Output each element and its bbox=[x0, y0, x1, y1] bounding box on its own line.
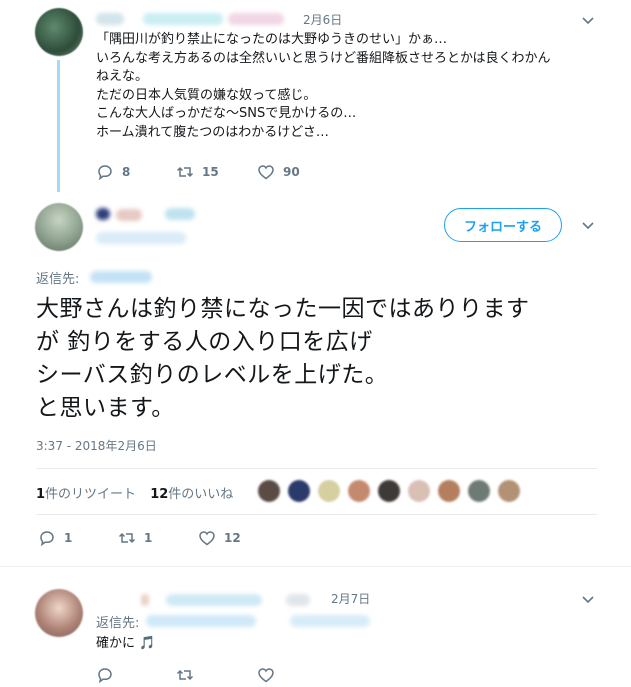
reply-to-label: 返信先: bbox=[36, 272, 80, 287]
like-count: 12 bbox=[224, 531, 241, 545]
reply-to-handle[interactable] bbox=[290, 615, 370, 627]
reply-icon bbox=[98, 668, 112, 684]
retweet-icon bbox=[176, 669, 194, 681]
avatar[interactable] bbox=[468, 480, 490, 502]
tweet-date[interactable]: 2月7日 bbox=[331, 590, 370, 607]
tweet-line: が 釣りをする人の入り口を広げ bbox=[36, 329, 373, 355]
likes-label: 件のいいね bbox=[168, 487, 234, 502]
tweet-line: いろんな考え方あるのは全然いいと思うけど番組降板させろとかは良くわかん bbox=[96, 50, 551, 66]
avatar[interactable] bbox=[348, 480, 370, 502]
like-icon bbox=[199, 531, 215, 546]
caret-down-icon[interactable] bbox=[582, 219, 594, 231]
retweets-number: 1 bbox=[36, 487, 46, 502]
like-button[interactable]: 12 bbox=[198, 529, 241, 547]
reply-to-handle[interactable] bbox=[90, 271, 152, 283]
thread-line bbox=[57, 60, 60, 192]
retweet-icon bbox=[118, 532, 136, 544]
retweet-button[interactable] bbox=[176, 666, 194, 684]
reply-button[interactable]: 8 bbox=[96, 163, 130, 181]
like-icon bbox=[258, 668, 274, 683]
retweet-count: 15 bbox=[202, 165, 219, 179]
tweet-line: ねえな。 bbox=[96, 69, 149, 84]
retweet-button[interactable]: 15 bbox=[176, 163, 219, 181]
reply-icon bbox=[98, 165, 112, 181]
reply-count: 1 bbox=[64, 531, 73, 545]
tweet-text: 「隅田川が釣り禁止になったのは大野ゆうきのせい」かぁ… いろんな考え方あるのは全… bbox=[96, 31, 596, 142]
retweets-label: 件のリツイート bbox=[45, 487, 137, 502]
reply-to: 返信先: bbox=[36, 268, 79, 287]
music-note-icon: 🎵 bbox=[139, 636, 156, 651]
divider bbox=[36, 468, 597, 469]
retweet-count: 1 bbox=[144, 531, 153, 545]
reply-button[interactable]: 1 bbox=[38, 529, 72, 547]
avatar[interactable] bbox=[35, 8, 83, 56]
main-tweet-text: 大野さんは釣り禁になった一因ではありります が 釣りをする人の入り口を広げ シー… bbox=[36, 293, 611, 425]
divider bbox=[36, 514, 597, 515]
avatar[interactable] bbox=[378, 480, 400, 502]
avatar[interactable] bbox=[498, 480, 520, 502]
tweet-line: ただの日本人気質の嫌な奴って感じ。 bbox=[96, 87, 317, 103]
likes-number: 12 bbox=[150, 487, 169, 502]
reply-button[interactable] bbox=[96, 666, 114, 684]
tweet-line: 大野さんは釣り禁になった一因ではありります bbox=[36, 296, 530, 322]
tweet-stats: 1件のリツイート 12件のいいね bbox=[36, 483, 233, 502]
tweet-line: ホーム潰れて腹たつのはわかるけどさ… bbox=[96, 124, 329, 140]
reply-icon bbox=[40, 531, 54, 547]
reply-to: 返信先: bbox=[96, 612, 139, 631]
tweet-line: 「隅田川が釣り禁止になったのは大野ゆうきのせい」かぁ… bbox=[96, 32, 448, 47]
avatar[interactable] bbox=[35, 589, 83, 637]
likes-stat[interactable]: 12件のいいね bbox=[150, 487, 233, 502]
section-separator bbox=[0, 566, 631, 567]
like-button[interactable]: 90 bbox=[257, 163, 300, 181]
avatar[interactable] bbox=[438, 480, 460, 502]
reply-count: 8 bbox=[122, 165, 131, 179]
like-icon bbox=[258, 165, 274, 180]
follow-button[interactable]: フォローする bbox=[444, 208, 562, 242]
tweet-line: こんな大人ばっかだな〜SNSで見かけるの… bbox=[96, 106, 357, 121]
tweet-text: 確かに 🎵 bbox=[96, 635, 155, 653]
retweets-stat[interactable]: 1件のリツイート bbox=[36, 487, 140, 502]
reply-text: 確かに bbox=[96, 636, 136, 651]
like-button[interactable] bbox=[257, 666, 275, 684]
avatar[interactable] bbox=[408, 480, 430, 502]
tweet-line: シーバス釣りのレベルを上げた。 bbox=[36, 362, 389, 388]
like-count: 90 bbox=[283, 165, 300, 179]
avatar[interactable] bbox=[35, 203, 83, 251]
tweet-timestamp[interactable]: 3:37 - 2018年2月6日 bbox=[36, 437, 157, 454]
avatar[interactable] bbox=[318, 480, 340, 502]
tweet-date[interactable]: 2月6日 bbox=[303, 11, 342, 28]
tweet-line: と思います。 bbox=[36, 395, 175, 421]
avatar[interactable] bbox=[258, 480, 280, 502]
retweet-icon bbox=[176, 166, 194, 178]
retweet-button[interactable]: 1 bbox=[118, 529, 152, 547]
reply-to-handle[interactable] bbox=[146, 615, 256, 627]
caret-down-icon[interactable] bbox=[582, 593, 594, 605]
avatar[interactable] bbox=[288, 480, 310, 502]
caret-down-icon[interactable] bbox=[582, 14, 594, 26]
reply-to-label: 返信先: bbox=[96, 616, 140, 631]
